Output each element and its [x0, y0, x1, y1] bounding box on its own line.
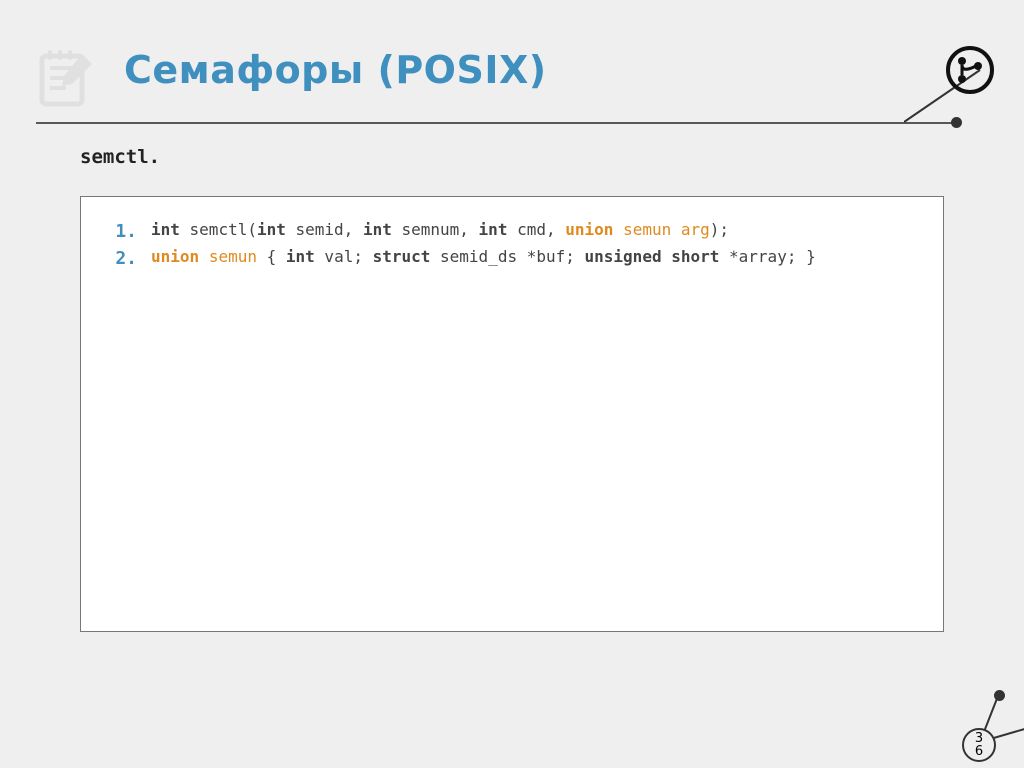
page-number: 3 6: [962, 728, 996, 762]
page-number-decoration: 3 6: [962, 728, 996, 762]
code-line: 1. int semctl(int semid, int semnum, int …: [103, 219, 917, 244]
code-line: 2. union semun { int val; struct semid_ds…: [103, 246, 917, 271]
decoration-dot: [994, 690, 1005, 701]
page-number-bottom: 6: [975, 745, 983, 758]
header-divider-dot: [951, 117, 962, 128]
slide-header: Семафоры (POSIX): [0, 0, 1024, 92]
line-number: 2.: [103, 246, 137, 271]
code-text: int semctl(int semid, int semnum, int cm…: [151, 219, 917, 241]
subheading: semctl.: [80, 146, 944, 168]
code-block: 1. int semctl(int semid, int semnum, int …: [80, 196, 944, 632]
code-text: union semun { int val; struct semid_ds *…: [151, 246, 917, 268]
notepad-icon: [36, 46, 100, 110]
page-title: Семафоры (POSIX): [124, 48, 984, 92]
header-divider: [36, 122, 954, 124]
line-number: 1.: [103, 219, 137, 244]
slide-content: semctl. 1. int semctl(int semid, int semn…: [0, 92, 1024, 632]
git-branch-icon: [946, 46, 994, 94]
